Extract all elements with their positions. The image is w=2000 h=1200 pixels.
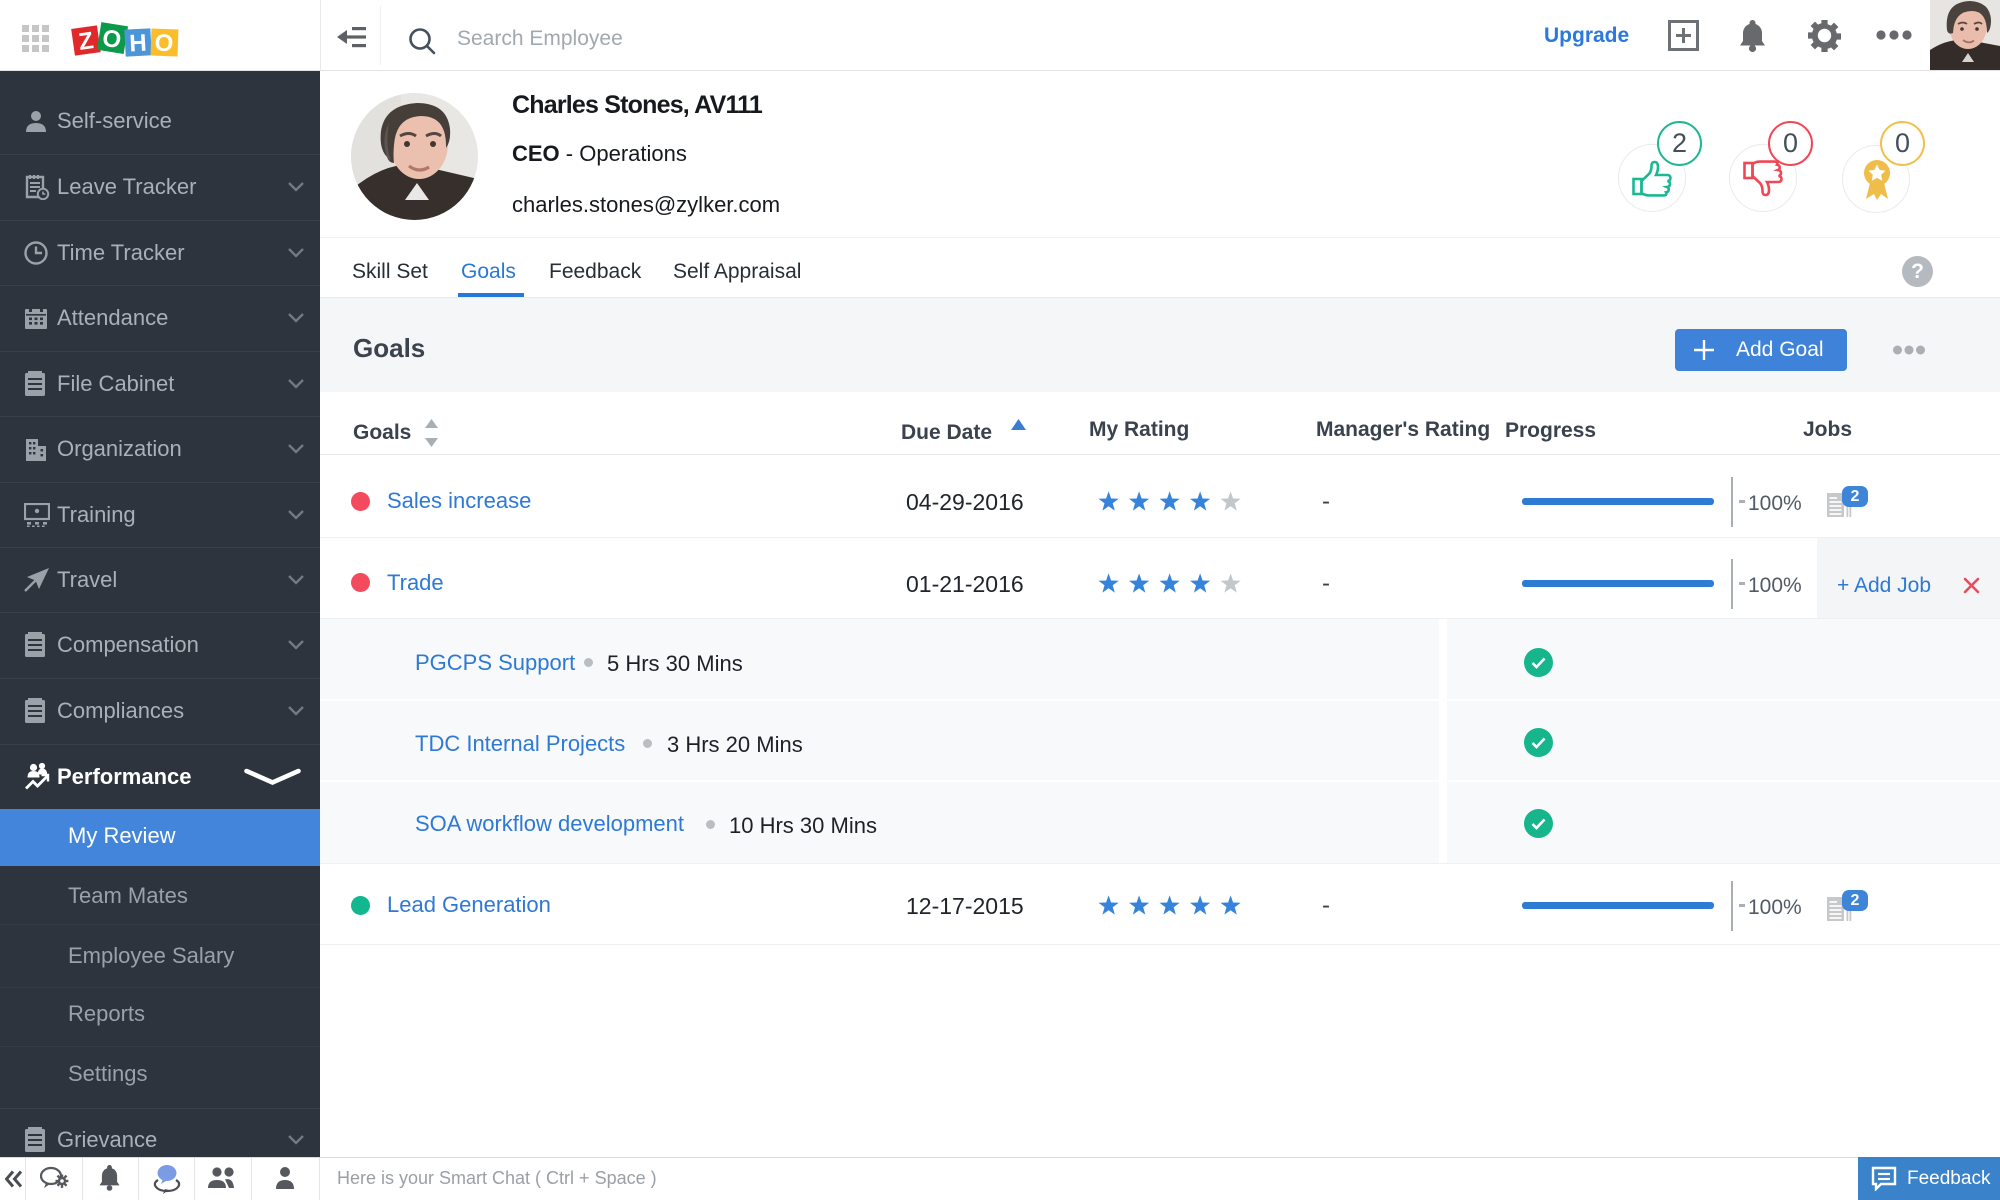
svg-text:O: O <box>154 30 174 58</box>
svg-text:H: H <box>129 30 148 58</box>
